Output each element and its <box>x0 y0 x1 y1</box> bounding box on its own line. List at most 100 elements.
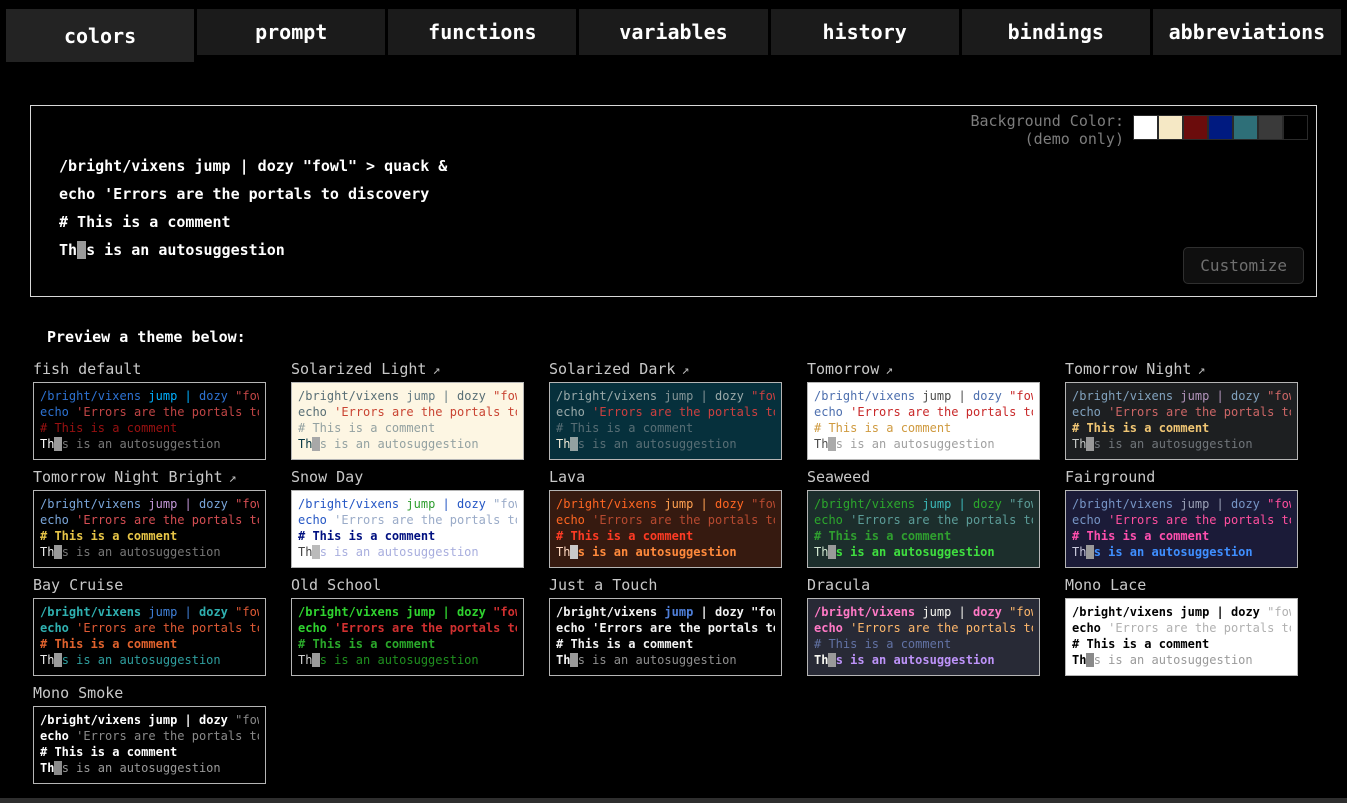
tab-prompt[interactable]: prompt <box>197 9 385 55</box>
theme-card-tomorrow[interactable]: Tomorrow↗/bright/vixens jump | dozy "fow… <box>807 358 1065 460</box>
theme-preview-line: echo 'Errors are the portals to discover… <box>1072 512 1291 528</box>
theme-card-lava[interactable]: Lava/bright/vixens jump | dozy "fowl" > … <box>549 466 807 568</box>
tab-variables[interactable]: variables <box>579 9 767 55</box>
theme-preview[interactable]: /bright/vixens jump | dozy "fowl" > quac… <box>291 490 524 568</box>
theme-name: Fairground <box>1065 466 1323 488</box>
background-color-labels: Background Color: (demo only) <box>970 112 1124 148</box>
background-swatch-teal[interactable] <box>1233 115 1258 140</box>
theme-card-just-a-touch[interactable]: Just a Touch/bright/vixens jump | dozy "… <box>549 574 807 676</box>
customize-button[interactable]: Customize <box>1183 247 1304 284</box>
theme-preview-line: /bright/vixens jump | dozy "fowl" > quac… <box>1072 604 1291 620</box>
tab-functions[interactable]: functions <box>388 9 576 55</box>
theme-preview-line: # This is a comment <box>556 420 775 436</box>
theme-preview-line: /bright/vixens jump | dozy "fowl" > quac… <box>556 388 775 404</box>
demo-panel: /bright/vixens jump | dozy "fowl" > quac… <box>30 105 1317 297</box>
preview-cursor: i <box>828 653 835 667</box>
theme-card-seaweed[interactable]: Seaweed/bright/vixens jump | dozy "fowl"… <box>807 466 1065 568</box>
background-swatch-dark-red[interactable] <box>1183 115 1208 140</box>
theme-name: Tomorrow↗ <box>807 358 1065 380</box>
demo-line: /bright/vixens jump | dozy "fowl" > quac… <box>59 152 447 180</box>
theme-card-snow-day[interactable]: Snow Day/bright/vixens jump | dozy "fowl… <box>291 466 549 568</box>
theme-name: Old School <box>291 574 549 596</box>
theme-card-tomorrow-night[interactable]: Tomorrow Night↗/bright/vixens jump | doz… <box>1065 358 1323 460</box>
theme-card-fairground[interactable]: Fairground/bright/vixens jump | dozy "fo… <box>1065 466 1323 568</box>
theme-card-old-school[interactable]: Old School/bright/vixens jump | dozy "fo… <box>291 574 549 676</box>
theme-preview-line: # This is a comment <box>298 420 517 436</box>
theme-preview[interactable]: /bright/vixens jump | dozy "fowl" > quac… <box>1065 490 1298 568</box>
theme-preview-line: /bright/vixens jump | dozy "fowl" > quac… <box>298 604 517 620</box>
demo-terminal-text: /bright/vixens jump | dozy "fowl" > quac… <box>59 152 447 264</box>
theme-preview-line: echo 'Errors are the portals to discover… <box>814 512 1033 528</box>
theme-preview[interactable]: /bright/vixens jump | dozy "fowl" > quac… <box>33 382 266 460</box>
theme-card-fish-default[interactable]: fish default/bright/vixens jump | dozy "… <box>33 358 291 460</box>
external-link-icon: ↗ <box>229 471 237 486</box>
background-swatch-cream[interactable] <box>1158 115 1183 140</box>
tab-bindings[interactable]: bindings <box>962 9 1150 55</box>
preview-cursor: i <box>54 437 61 451</box>
theme-card-dracula[interactable]: Dracula/bright/vixens jump | dozy "fowl"… <box>807 574 1065 676</box>
theme-preview[interactable]: /bright/vixens jump | dozy "fowl" > quac… <box>807 598 1040 676</box>
theme-name: Tomorrow Night↗ <box>1065 358 1323 380</box>
background-swatch-black[interactable] <box>1283 115 1308 140</box>
theme-preview[interactable]: /bright/vixens jump | dozy "fowl" > quac… <box>291 382 524 460</box>
theme-preview-line: /bright/vixens jump | dozy "fowl" > quac… <box>814 604 1033 620</box>
bottom-scrollbar[interactable] <box>0 798 1347 803</box>
background-swatch-navy[interactable] <box>1208 115 1233 140</box>
theme-preview-line: # This is a comment <box>814 420 1033 436</box>
background-demo-only-label: (demo only) <box>970 130 1124 148</box>
theme-preview-line: echo 'Errors are the portals to discover… <box>1072 620 1291 636</box>
preview-cursor: i <box>828 437 835 451</box>
theme-preview-line: This is an autosuggestion <box>298 436 517 452</box>
preview-cursor: i <box>312 545 319 559</box>
theme-preview-line: This is an autosuggestion <box>814 436 1033 452</box>
theme-preview[interactable]: /bright/vixens jump | dozy "fowl" > quac… <box>1065 382 1298 460</box>
theme-preview-line: echo 'Errors are the portals to discover… <box>40 620 259 636</box>
theme-preview-line: /bright/vixens jump | dozy "fowl" > quac… <box>814 496 1033 512</box>
theme-card-bay-cruise[interactable]: Bay Cruise/bright/vixens jump | dozy "fo… <box>33 574 291 676</box>
theme-preview[interactable]: /bright/vixens jump | dozy "fowl" > quac… <box>549 490 782 568</box>
theme-preview[interactable]: /bright/vixens jump | dozy "fowl" > quac… <box>33 490 266 568</box>
theme-preview-line: # This is a comment <box>1072 420 1291 436</box>
tab-history[interactable]: history <box>771 9 959 55</box>
theme-name: Bay Cruise <box>33 574 291 596</box>
theme-card-solarized-dark[interactable]: Solarized Dark↗/bright/vixens jump | doz… <box>549 358 807 460</box>
theme-preview[interactable]: /bright/vixens jump | dozy "fowl" > quac… <box>1065 598 1298 676</box>
background-color-control: Background Color: (demo only) <box>970 112 1308 148</box>
tab-abbreviations[interactable]: abbreviations <box>1153 9 1341 55</box>
theme-preview[interactable]: /bright/vixens jump | dozy "fowl" > quac… <box>291 598 524 676</box>
theme-preview[interactable]: /bright/vixens jump | dozy "fowl" > quac… <box>549 598 782 676</box>
preview-cursor: i <box>1086 545 1093 559</box>
background-swatch-white[interactable] <box>1133 115 1158 140</box>
preview-cursor: i <box>570 545 577 559</box>
theme-preview[interactable]: /bright/vixens jump | dozy "fowl" > quac… <box>549 382 782 460</box>
theme-card-tomorrow-night-bright[interactable]: Tomorrow Night Bright↗/bright/vixens jum… <box>33 466 291 568</box>
tab-bar: colorspromptfunctionsvariableshistorybin… <box>0 0 1347 62</box>
theme-preview-line: echo 'Errors are the portals to discover… <box>556 512 775 528</box>
tab-colors[interactable]: colors <box>6 9 194 62</box>
theme-name: Mono Lace <box>1065 574 1323 596</box>
background-swatch-dark-gray[interactable] <box>1258 115 1283 140</box>
theme-preview[interactable]: /bright/vixens jump | dozy "fowl" > quac… <box>33 706 266 784</box>
background-swatches <box>1133 115 1308 140</box>
theme-preview-line: /bright/vixens jump | dozy "fowl" > quac… <box>556 604 775 620</box>
theme-preview-line: This is an autosuggestion <box>1072 544 1291 560</box>
demo-line: # This is a comment <box>59 208 447 236</box>
theme-preview[interactable]: /bright/vixens jump | dozy "fowl" > quac… <box>33 598 266 676</box>
theme-card-mono-smoke[interactable]: Mono Smoke/bright/vixens jump | dozy "fo… <box>33 682 291 784</box>
theme-preview-line: # This is a comment <box>298 528 517 544</box>
theme-preview-line: This is an autosuggestion <box>298 544 517 560</box>
theme-card-solarized-light[interactable]: Solarized Light↗/bright/vixens jump | do… <box>291 358 549 460</box>
theme-preview-line: This is an autosuggestion <box>1072 436 1291 452</box>
theme-preview[interactable]: /bright/vixens jump | dozy "fowl" > quac… <box>807 382 1040 460</box>
theme-preview-line: # This is a comment <box>814 636 1033 652</box>
theme-preview-line: This is an autosuggestion <box>814 544 1033 560</box>
theme-preview[interactable]: /bright/vixens jump | dozy "fowl" > quac… <box>807 490 1040 568</box>
demo-autosuggestion-line: This is an autosuggestion <box>59 236 447 264</box>
theme-preview-line: This is an autosuggestion <box>40 652 259 668</box>
theme-preview-line: echo 'Errors are the portals to discover… <box>298 512 517 528</box>
external-link-icon: ↗ <box>885 363 893 378</box>
external-link-icon: ↗ <box>681 363 689 378</box>
theme-name: Tomorrow Night Bright↗ <box>33 466 291 488</box>
preview-cursor: i <box>54 545 61 559</box>
theme-card-mono-lace[interactable]: Mono Lace/bright/vixens jump | dozy "fow… <box>1065 574 1323 676</box>
